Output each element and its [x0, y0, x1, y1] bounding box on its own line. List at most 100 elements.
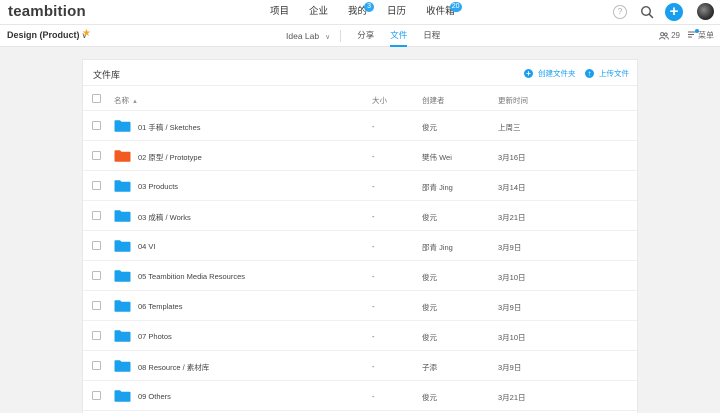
table-row[interactable]: 05 Teambition Media Resources - 俊元 3月10日: [83, 261, 637, 291]
row-checkbox[interactable]: [92, 361, 101, 370]
row-checkbox[interactable]: [92, 241, 101, 250]
project-right-tools: 29 菜单: [659, 29, 714, 41]
tab-label: Idea Lab: [286, 31, 320, 41]
tab-files[interactable]: 文件: [390, 25, 408, 47]
project-title: Design (Product): [7, 30, 80, 40]
table-row[interactable]: 03 Products - 邵青 Jing 3月14日: [83, 171, 637, 201]
file-updated: 3月14日: [498, 183, 526, 192]
file-updated: 上周三: [498, 123, 521, 132]
table-row[interactable]: 01 手稿 / Sketches - 俊元 上周三: [83, 111, 637, 141]
folder-icon: [114, 120, 131, 132]
members-count[interactable]: 29: [671, 31, 680, 40]
file-updated: 3月16日: [498, 153, 526, 162]
file-creator: 俊元: [422, 273, 437, 282]
folder-icon: [114, 390, 131, 402]
star-icon[interactable]: ★: [82, 28, 91, 39]
row-checkbox[interactable]: [92, 121, 101, 130]
file-updated: 3月21日: [498, 393, 526, 402]
notification-badge: 3: [364, 2, 375, 12]
file-creator: 俊元: [422, 393, 437, 402]
menu-notification-dot: [695, 29, 699, 33]
file-name[interactable]: 02 原型 / Prototype: [138, 152, 202, 163]
file-name[interactable]: 05 Teambition Media Resources: [138, 272, 245, 281]
row-checkbox[interactable]: [92, 331, 101, 340]
row-checkbox[interactable]: [92, 301, 101, 310]
nav-projects[interactable]: 项目: [270, 0, 289, 25]
folder-icon: [114, 300, 131, 312]
column-header-size[interactable]: 大小: [372, 95, 387, 106]
file-name[interactable]: 08 Resource / 素材库: [138, 362, 209, 373]
file-updated: 3月9日: [498, 363, 522, 372]
add-button[interactable]: +: [665, 3, 683, 21]
plus-circle-icon: +: [524, 69, 533, 78]
column-header-name[interactable]: 名称 ▲: [114, 95, 138, 106]
tab-share[interactable]: 分享: [357, 25, 374, 47]
select-all-checkbox[interactable]: [92, 94, 101, 103]
library-title: 文件库: [93, 70, 121, 80]
menu-icon[interactable]: [688, 29, 699, 40]
file-updated: 3月21日: [498, 213, 526, 222]
table-row[interactable]: 08 Resource / 素材库 - 子添 3月9日: [83, 351, 637, 381]
create-folder-button[interactable]: + 创建文件夹: [524, 68, 576, 79]
file-name[interactable]: 07 Photos: [138, 332, 172, 341]
file-size: -: [372, 212, 375, 221]
folder-icon: [114, 150, 131, 162]
file-creator: 邵青 Jing: [422, 243, 453, 252]
file-creator: 子添: [422, 363, 437, 372]
file-name[interactable]: 06 Templates: [138, 302, 182, 311]
file-name[interactable]: 03 Products: [138, 182, 178, 191]
tab-idea-lab[interactable]: Idea Lab ∨: [286, 30, 342, 42]
menu-label[interactable]: 菜单: [698, 30, 714, 41]
row-checkbox[interactable]: [92, 151, 101, 160]
file-name[interactable]: 03 成稿 / Works: [138, 212, 191, 223]
file-creator: 俊元: [422, 333, 437, 342]
file-updated: 3月10日: [498, 273, 526, 282]
table-row[interactable]: 02 原型 / Prototype - 樊伟 Wei 3月16日: [83, 141, 637, 171]
tab-label: 分享: [357, 30, 375, 40]
table-row[interactable]: 07 Photos - 俊元 3月10日: [83, 321, 637, 351]
row-checkbox[interactable]: [92, 211, 101, 220]
avatar[interactable]: [697, 3, 714, 20]
row-checkbox[interactable]: [92, 181, 101, 190]
nav-enterprise[interactable]: 企业: [309, 0, 328, 25]
file-creator: 邵青 Jing: [422, 183, 453, 192]
project-switcher[interactable]: Design (Product) ∨: [7, 30, 87, 40]
tab-schedule[interactable]: 日程: [423, 25, 440, 47]
library-header: 文件库 + 创建文件夹 ↑ 上传文件: [83, 60, 637, 86]
column-header-updated[interactable]: 更新时间: [498, 95, 528, 106]
teambition-logo[interactable]: teambition: [8, 3, 86, 20]
file-size: -: [372, 242, 375, 251]
file-list: 01 手稿 / Sketches - 俊元 上周三 02 原型 / Prototype -…: [83, 111, 637, 411]
column-label: 名称: [114, 96, 129, 105]
table-row[interactable]: 06 Templates - 俊元 3月9日: [83, 291, 637, 321]
column-header-creator[interactable]: 创建者: [422, 95, 445, 106]
file-name[interactable]: 04 VI: [138, 242, 156, 251]
file-size: -: [372, 272, 375, 281]
top-bar: teambition 项目 企业 我的 3 日历 收件箱 20 ? +: [0, 0, 720, 25]
help-icon[interactable]: ?: [613, 5, 627, 19]
file-size: -: [372, 122, 375, 131]
nav-mine[interactable]: 我的 3: [348, 0, 375, 25]
nav-inbox[interactable]: 收件箱 20: [426, 0, 462, 25]
table-row[interactable]: 04 VI - 邵青 Jing 3月9日: [83, 231, 637, 261]
nav-label: 日历: [387, 6, 407, 17]
file-updated: 3月9日: [498, 243, 522, 252]
folder-icon: [114, 240, 131, 252]
file-library-card: 文件库 + 创建文件夹 ↑ 上传文件 名称 ▲ 大小 创建者 更新时间 01 手稿 /…: [82, 59, 638, 413]
row-checkbox[interactable]: [92, 271, 101, 280]
upload-file-button[interactable]: ↑ 上传文件: [585, 68, 629, 79]
file-name[interactable]: 09 Others: [138, 392, 171, 401]
members-icon[interactable]: [659, 31, 670, 40]
file-name[interactable]: 01 手稿 / Sketches: [138, 122, 201, 133]
row-checkbox[interactable]: [92, 391, 101, 400]
upload-arrow-icon: ↑: [585, 69, 594, 78]
table-row[interactable]: 09 Others - 俊元 3月21日: [83, 381, 637, 411]
folder-icon: [114, 270, 131, 282]
tab-label: 日程: [423, 30, 441, 40]
folder-icon: [114, 180, 131, 192]
table-row[interactable]: 03 成稿 / Works - 俊元 3月21日: [83, 201, 637, 231]
file-creator: 樊伟 Wei: [422, 153, 452, 162]
search-icon[interactable]: [640, 5, 654, 19]
file-creator: 俊元: [422, 213, 437, 222]
nav-calendar[interactable]: 日历: [387, 0, 406, 25]
